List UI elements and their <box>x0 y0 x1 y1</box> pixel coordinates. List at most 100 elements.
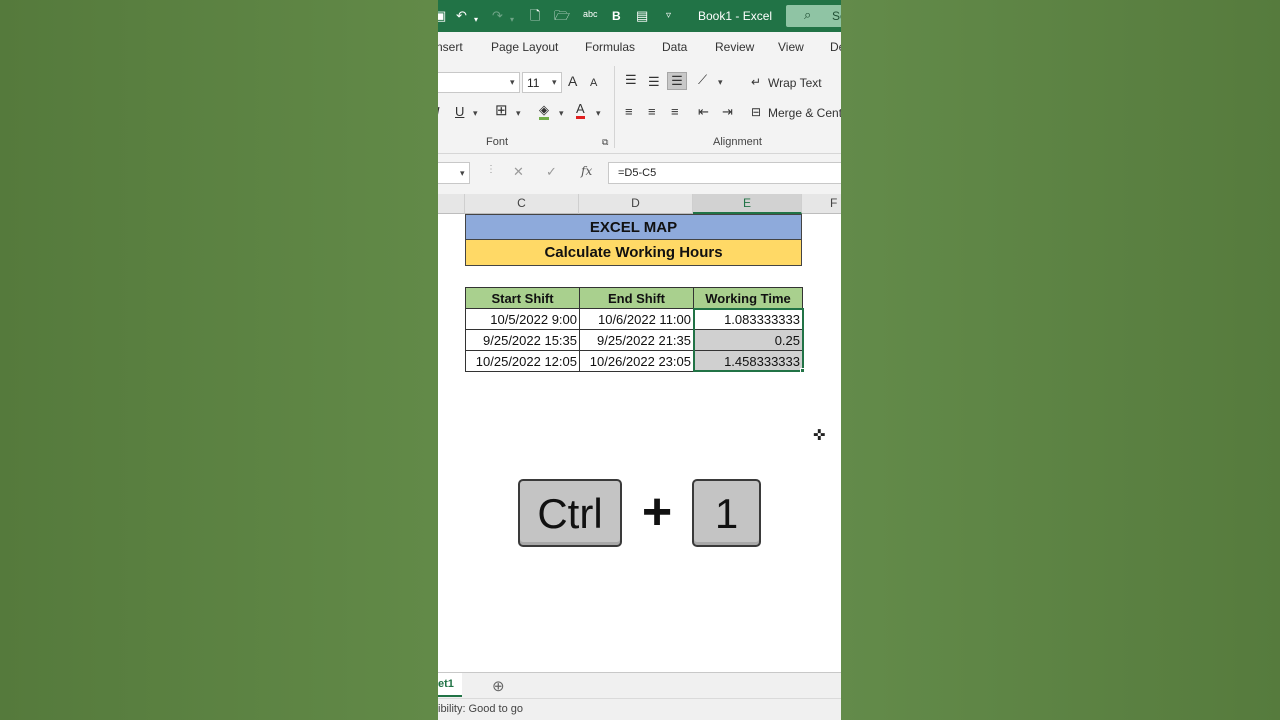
alignment-group-label: Alignment <box>713 136 762 148</box>
search-icon: ⌕ <box>804 7 812 22</box>
sheet-tabs-bar: et1 ⊕ <box>438 672 841 698</box>
tab-insert[interactable]: nsert <box>438 40 463 54</box>
formula-bar-grip-icon: ⋮ <box>486 164 496 175</box>
tab-data[interactable]: Data <box>662 40 687 54</box>
search-box[interactable]: ⌕ Se <box>786 5 841 27</box>
table-row: 10/25/2022 12:05 10/26/2022 23:05 1.4583… <box>465 350 803 372</box>
tab-formulas[interactable]: Formulas <box>585 40 635 54</box>
font-name-dropdown-icon[interactable]: ▾ <box>510 77 515 88</box>
status-bar: ibility: Good to go <box>438 698 841 720</box>
merge-center-icon[interactable]: ⊟ <box>751 104 761 120</box>
undo-icon[interactable]: ↶ <box>456 7 467 25</box>
borders-dropdown-icon[interactable]: ▾ <box>516 108 521 119</box>
form-icon[interactable]: ▤ <box>636 7 648 25</box>
align-right-icon[interactable]: ≡ <box>671 104 679 120</box>
background-right <box>841 0 1280 720</box>
cell-end-shift[interactable]: 10/26/2022 23:05 <box>579 350 694 372</box>
font-dialog-launcher-icon[interactable]: ⧉ <box>602 137 608 148</box>
underline-icon[interactable]: U <box>455 104 464 120</box>
fill-handle[interactable] <box>800 368 805 373</box>
increase-indent-icon[interactable]: ⇥ <box>722 104 733 120</box>
column-header-e[interactable]: E <box>693 194 802 214</box>
save-icon[interactable]: ▣ <box>438 7 446 25</box>
one-key-overlay: 1 <box>692 479 761 547</box>
select-all-corner[interactable] <box>438 194 465 214</box>
align-left-icon[interactable]: ≡ <box>625 104 633 120</box>
open-folder-icon[interactable]: 🗁 <box>554 7 570 25</box>
name-box-dropdown-icon[interactable]: ▾ <box>460 168 465 179</box>
header-end-shift[interactable]: End Shift <box>579 287 694 309</box>
ctrl-key-overlay: Ctrl <box>518 479 622 547</box>
table-row: 9/25/2022 15:35 9/25/2022 21:35 0.25 <box>465 329 803 351</box>
orientation-dropdown-icon[interactable]: ▾ <box>718 77 723 88</box>
redo-icon[interactable]: ↷ <box>492 7 503 25</box>
redo-dropdown-icon[interactable]: ▾ <box>510 11 514 29</box>
column-header-c[interactable]: C <box>465 194 579 214</box>
header-start-shift[interactable]: Start Shift <box>465 287 580 309</box>
banner-title[interactable]: EXCEL MAP <box>465 214 802 240</box>
banner-subtitle[interactable]: Calculate Working Hours <box>465 240 802 266</box>
merge-center-button[interactable]: Merge & Cente <box>768 105 841 121</box>
align-center-icon[interactable]: ≡ <box>648 104 656 120</box>
cell-start-shift[interactable]: 10/25/2022 12:05 <box>465 350 580 372</box>
excel-window: ▣ ↶ ▾ ↷ ▾ 🗋 🗁 abc B ▤ ▿ Book1 - Excel ⌕ … <box>438 0 841 720</box>
insert-function-icon[interactable]: fx <box>581 164 592 178</box>
tab-review[interactable]: Review <box>715 40 754 54</box>
shrink-font-icon[interactable]: A <box>590 75 597 91</box>
data-table: Start Shift End Shift Working Time 10/5/… <box>465 287 803 372</box>
table-header-row: Start Shift End Shift Working Time <box>465 287 803 309</box>
table-row: 10/5/2022 9:00 10/6/2022 11:00 1.0833333… <box>465 308 803 330</box>
name-box[interactable] <box>438 162 470 184</box>
cell-start-shift[interactable]: 10/5/2022 9:00 <box>465 308 580 330</box>
cell-start-shift[interactable]: 9/25/2022 15:35 <box>465 329 580 351</box>
cell-cursor-icon: ✜ <box>813 427 826 444</box>
bold-icon[interactable]: B <box>612 7 621 25</box>
title-bar: ▣ ↶ ▾ ↷ ▾ 🗋 🗁 abc B ▤ ▿ Book1 - Excel ⌕ … <box>438 0 841 32</box>
align-bottom-icon[interactable]: ☰ <box>667 72 687 90</box>
ribbon: ▾ 11 ▾ A A I U ▾ ⊞ ▾ ◈ ▾ A ▾ Font ⧉ ☰ ☰ … <box>438 62 841 154</box>
grow-font-icon[interactable]: A <box>568 73 577 89</box>
tab-developer[interactable]: De <box>830 40 841 54</box>
accessibility-status[interactable]: ibility: Good to go <box>438 703 523 715</box>
customize-qat-icon[interactable]: ▿ <box>666 7 671 25</box>
font-name-box[interactable] <box>438 72 520 93</box>
underline-dropdown-icon[interactable]: ▾ <box>473 108 478 119</box>
column-header-d[interactable]: D <box>579 194 693 214</box>
add-sheet-icon[interactable]: ⊕ <box>492 677 505 695</box>
cell-working-time[interactable]: 1.083333333 <box>693 308 803 330</box>
header-working-time[interactable]: Working Time <box>693 287 803 309</box>
decrease-indent-icon[interactable]: ⇤ <box>698 104 709 120</box>
enter-icon[interactable]: ✓ <box>546 164 557 180</box>
worksheet-grid[interactable]: EXCEL MAP Calculate Working Hours Start … <box>438 214 841 672</box>
font-size-dropdown-icon[interactable]: ▾ <box>552 77 557 88</box>
column-header-f[interactable]: F <box>802 194 841 214</box>
fill-color-dropdown-icon[interactable]: ▾ <box>559 108 564 119</box>
cancel-icon[interactable]: ✕ <box>513 164 524 180</box>
fill-color-icon[interactable]: ◈ <box>539 103 549 120</box>
borders-icon[interactable]: ⊞ <box>495 103 508 119</box>
tab-page-layout[interactable]: Page Layout <box>491 40 558 54</box>
font-group-label: Font <box>486 136 509 148</box>
sheet-tab[interactable]: et1 <box>438 673 462 697</box>
new-file-icon[interactable]: 🗋 <box>530 7 540 25</box>
undo-dropdown-icon[interactable]: ▾ <box>474 11 478 29</box>
orientation-icon[interactable]: ⟋ <box>698 72 707 88</box>
wrap-text-icon[interactable]: ↵ <box>751 74 761 90</box>
cell-working-time[interactable]: 0.25 <box>693 329 803 351</box>
tab-view[interactable]: View <box>778 40 804 54</box>
spelling-icon[interactable]: abc <box>583 5 598 23</box>
plus-sign: + <box>641 483 673 541</box>
align-middle-icon[interactable]: ☰ <box>648 74 660 90</box>
formula-bar: ▾ ⋮ ✕ ✓ fx =D5-C5 <box>438 154 841 194</box>
font-color-dropdown-icon[interactable]: ▾ <box>596 108 601 119</box>
align-top-icon[interactable]: ☰ <box>625 72 637 88</box>
font-color-icon[interactable]: A <box>576 102 585 119</box>
background-left <box>0 0 438 720</box>
cell-end-shift[interactable]: 10/6/2022 11:00 <box>579 308 694 330</box>
cell-end-shift[interactable]: 9/25/2022 21:35 <box>579 329 694 351</box>
formula-input[interactable]: =D5-C5 <box>608 162 841 184</box>
window-title: Book1 - Excel <box>698 9 773 23</box>
wrap-text-button[interactable]: Wrap Text <box>768 75 822 91</box>
italic-icon[interactable]: I <box>438 104 440 120</box>
cell-working-time[interactable]: 1.458333333 <box>693 350 803 372</box>
